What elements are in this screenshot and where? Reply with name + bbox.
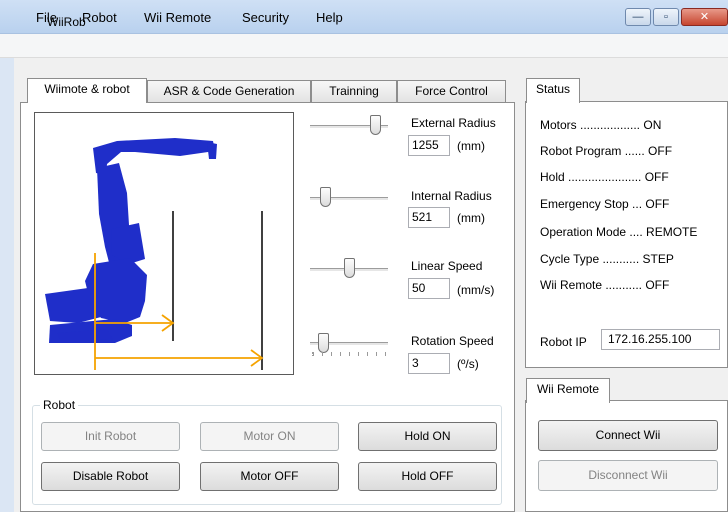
robot-scene-canvas: [45, 138, 264, 370]
menu-wii-remote[interactable]: Wii Remote: [144, 10, 211, 25]
internal-radius-slider-thumb[interactable]: [320, 187, 332, 207]
menu-bar: [0, 34, 728, 58]
rotation-speed-label: Rotation Speed: [411, 334, 494, 348]
tab-status[interactable]: Status: [526, 78, 580, 103]
menu-robot[interactable]: Robot: [82, 10, 117, 25]
external-radius-input[interactable]: 1255: [408, 135, 450, 156]
close-icon: ✕: [699, 11, 710, 23]
status-cycle-type: Cycle Type ........... STEP: [540, 252, 674, 266]
robot-ip-input[interactable]: 172.16.255.100: [601, 329, 720, 350]
motor-on-button[interactable]: Motor ON: [200, 422, 339, 451]
tab-wiimote-robot[interactable]: Wiimote & robot: [27, 78, 147, 103]
linear-speed-input[interactable]: 50: [408, 278, 450, 299]
wii-remote-panel: [525, 400, 728, 512]
tab-asr-code-generation[interactable]: ASR & Code Generation: [147, 80, 311, 102]
status-operation-mode: Operation Mode .... REMOTE: [540, 225, 698, 239]
disconnect-wii-button[interactable]: Disconnect Wii: [538, 460, 718, 491]
hold-off-button[interactable]: Hold OFF: [358, 462, 497, 491]
linear-speed-label: Linear Speed: [411, 259, 483, 273]
external-radius-unit: (mm): [457, 139, 485, 153]
menu-help[interactable]: Help: [316, 10, 343, 25]
maximize-icon: ▫: [664, 11, 668, 23]
status-motors: Motors .................. ON: [540, 118, 662, 132]
status-robot-program: Robot Program ...... OFF: [540, 144, 673, 158]
robot-arm-model: [45, 138, 217, 343]
robot-ip-label: Robot IP: [540, 335, 587, 349]
internal-radius-input[interactable]: 521: [408, 207, 450, 228]
status-emergency-stop: Emergency Stop ... OFF: [540, 197, 670, 211]
menu-security[interactable]: Security: [242, 10, 289, 25]
linear-speed-unit: (mm/s): [457, 283, 495, 297]
status-wii-remote: Wii Remote ........... OFF: [540, 278, 670, 292]
rotation-speed-slider-thumb[interactable]: [318, 333, 330, 353]
robot-scene: [34, 112, 294, 375]
scene-reference-lines: [172, 211, 263, 370]
external-radius-slider-thumb[interactable]: [370, 115, 382, 135]
init-robot-button[interactable]: Init Robot: [41, 422, 180, 451]
tab-wii-remote[interactable]: Wii Remote: [526, 378, 610, 403]
status-hold: Hold ...................... OFF: [540, 170, 669, 184]
tab-force-control[interactable]: Force Control: [397, 80, 506, 102]
connect-wii-button[interactable]: Connect Wii: [538, 420, 718, 451]
internal-radius-label: Internal Radius: [411, 189, 492, 203]
minimize-button[interactable]: —: [625, 8, 651, 26]
hold-on-button[interactable]: Hold ON: [358, 422, 497, 451]
linear-speed-slider-thumb[interactable]: [343, 258, 355, 278]
robot-group-legend: Robot: [40, 398, 79, 412]
disable-robot-button[interactable]: Disable Robot: [41, 462, 180, 491]
rotation-speed-input[interactable]: 3: [408, 353, 450, 374]
motor-off-button[interactable]: Motor OFF: [200, 462, 339, 491]
external-radius-label: External Radius: [411, 116, 496, 130]
rotation-speed-unit: (º/s): [457, 357, 479, 371]
internal-radius-unit: (mm): [457, 211, 485, 225]
rotation-speed-ticks: [312, 352, 386, 356]
menu-file[interactable]: File: [36, 10, 57, 25]
window-border: [0, 58, 14, 512]
tab-trainning[interactable]: Trainning: [311, 80, 397, 102]
maximize-button[interactable]: ▫: [653, 8, 679, 26]
minimize-icon: —: [632, 11, 644, 23]
close-button[interactable]: ✕: [681, 8, 728, 26]
